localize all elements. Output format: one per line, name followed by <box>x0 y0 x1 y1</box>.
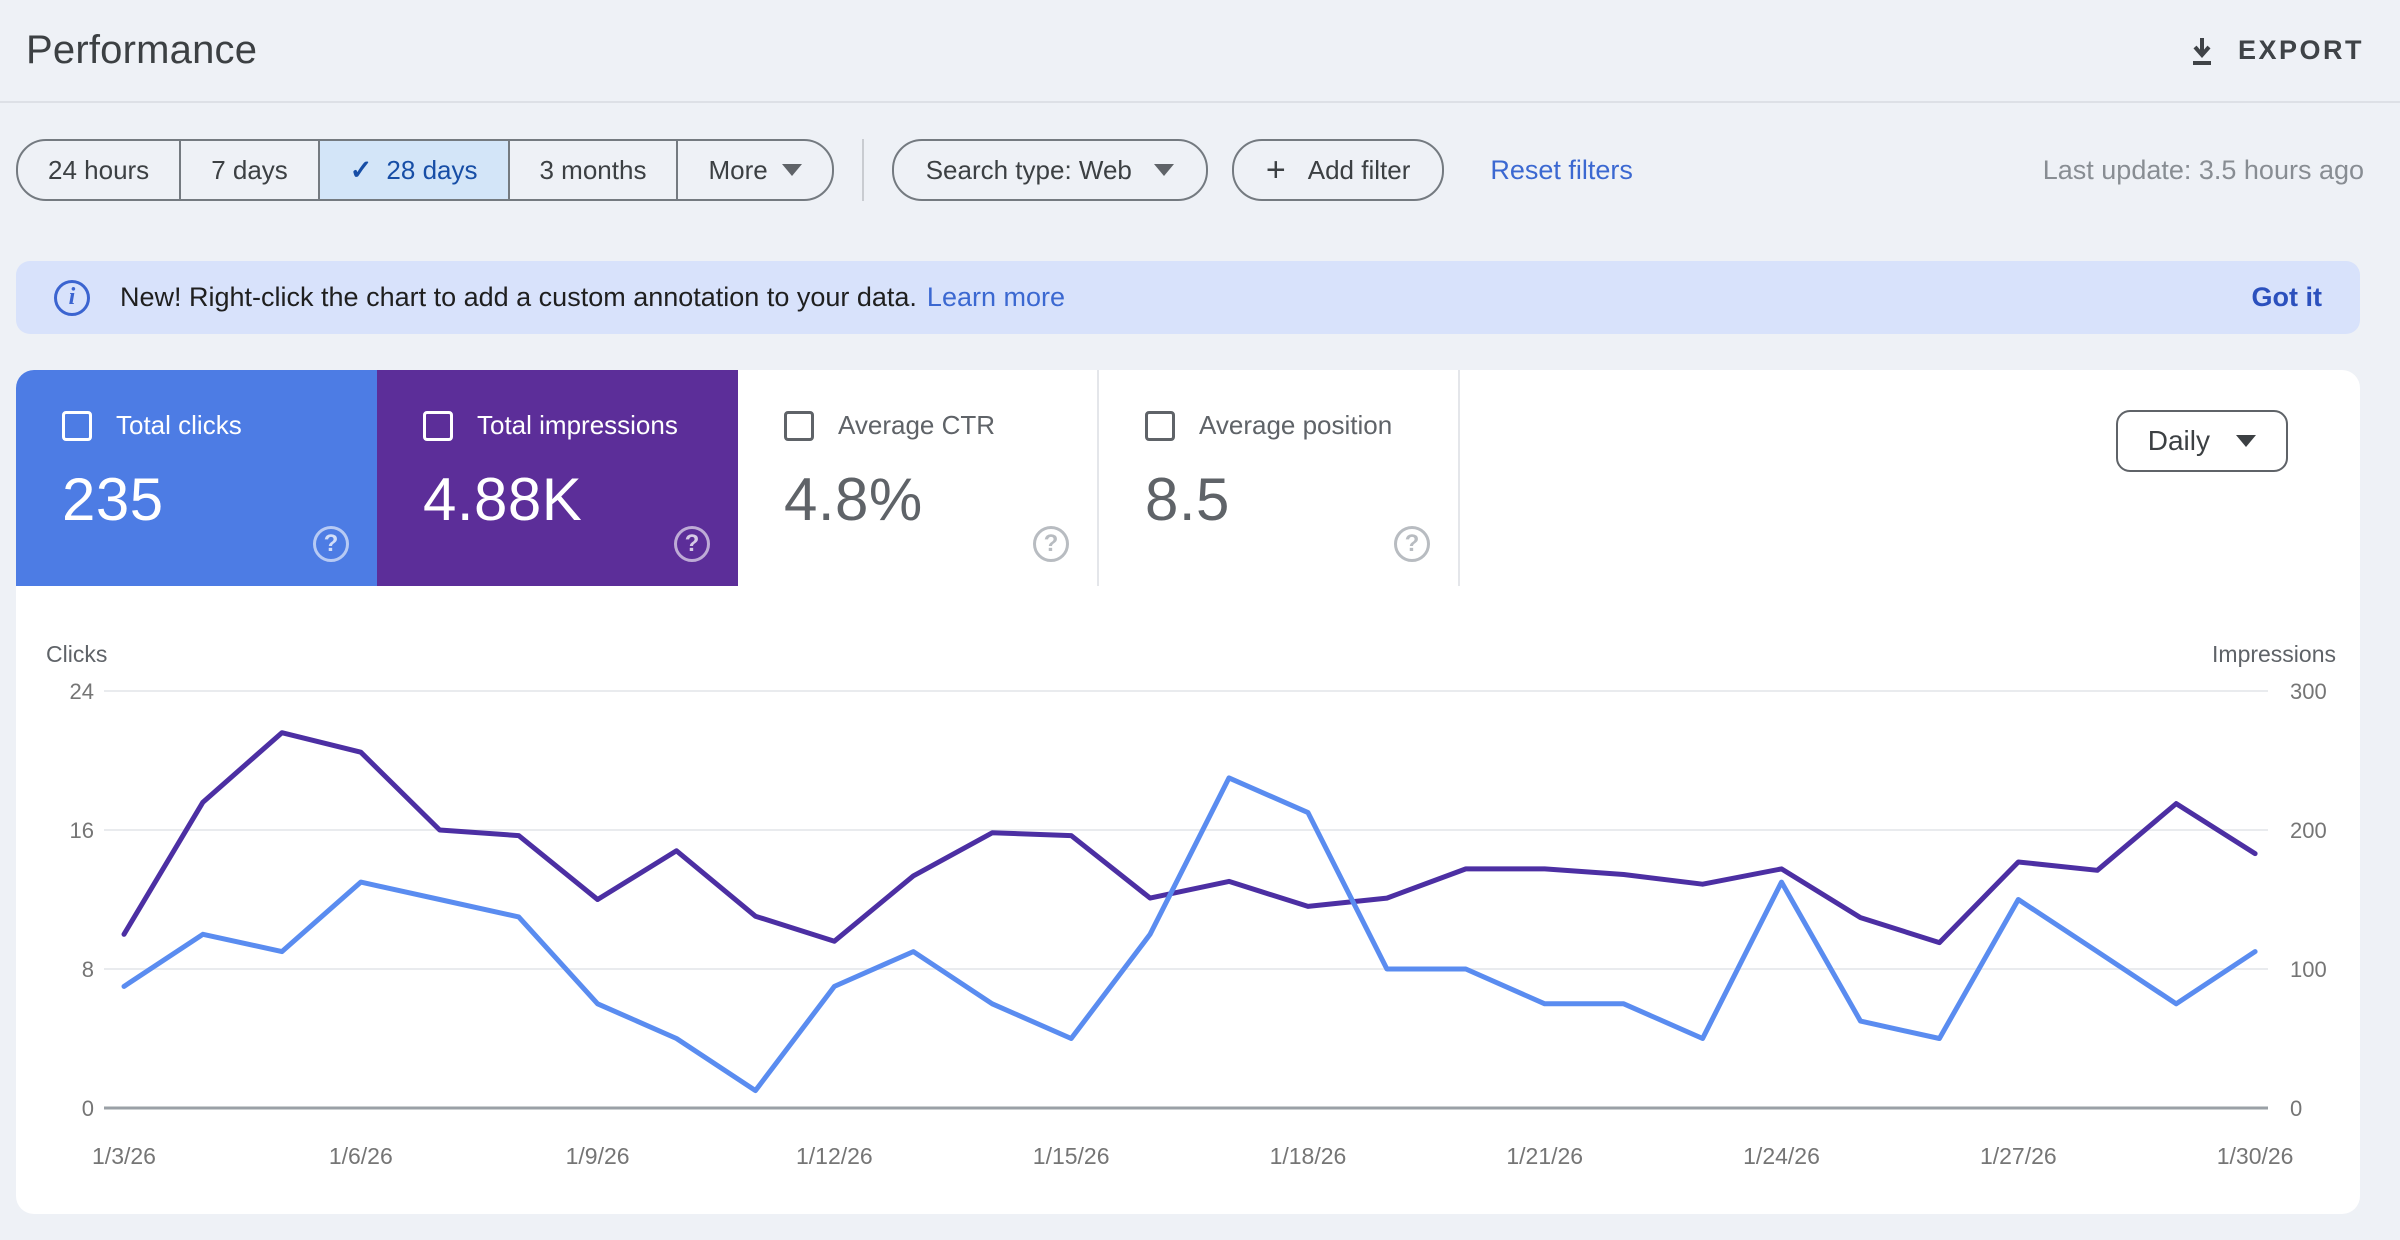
x-axis-label: 1/15/26 <box>1033 1143 1110 1169</box>
date-range-group: ✓ 24 hours ✓ 7 days ✓ 28 days ✓ 3 months… <box>16 139 834 201</box>
checkbox-icon[interactable] <box>1145 410 1175 441</box>
range-chip-3-months[interactable]: ✓ 3 months <box>510 141 679 199</box>
left-axis-tick: 16 <box>70 818 94 843</box>
x-axis-label: 1/24/26 <box>1743 1143 1820 1169</box>
granularity-dropdown[interactable]: Daily <box>2115 410 2288 472</box>
x-axis-label: 1/18/26 <box>1270 1143 1347 1169</box>
series-line-clicks <box>121 775 2258 1094</box>
reset-filters-link[interactable]: Reset filters <box>1490 155 1633 186</box>
help-icon[interactable]: ? <box>1033 526 1069 562</box>
chevron-down-icon <box>2236 435 2256 447</box>
left-axis-title: Clicks <box>46 641 107 667</box>
metric-label: Total impressions <box>477 410 678 440</box>
x-axis-label: 1/30/26 <box>2217 1143 2294 1169</box>
metric-card-average-position[interactable]: Average position 8.5 ? <box>1099 370 1460 586</box>
metric-label: Average position <box>1199 410 1393 440</box>
metric-label: Total clicks <box>116 410 242 440</box>
last-update-text: Last update: 3.5 hours ago <box>2042 154 2364 185</box>
range-chip-label: 3 months <box>539 154 647 185</box>
download-icon <box>2186 35 2218 67</box>
right-axis-title: Impressions <box>2212 641 2336 667</box>
help-icon[interactable]: ? <box>313 526 349 562</box>
left-axis-tick: 24 <box>70 679 94 704</box>
annotation-banner: i New! Right-click the chart to add a cu… <box>16 261 2360 334</box>
metric-value: 235 <box>62 466 164 533</box>
x-axis-label: 1/3/26 <box>92 1143 156 1169</box>
performance-panel: Total clicks 235 ? Total impressions 4.8… <box>16 370 2360 1214</box>
metric-card-total-impressions[interactable]: Total impressions 4.88K ? <box>377 370 738 586</box>
metric-cards-row: Total clicks 235 ? Total impressions 4.8… <box>16 370 2360 586</box>
performance-chart[interactable]: 0 8 16 24 0 100 200 300 Clicks Impressions 1/3/26 1… <box>16 640 2360 1200</box>
x-axis-label: 1/21/26 <box>1506 1143 1583 1169</box>
help-icon[interactable]: ? <box>674 526 710 562</box>
checkbox-icon[interactable] <box>784 410 814 441</box>
right-axis-tick: 300 <box>2290 679 2327 704</box>
chevron-down-icon <box>781 164 802 176</box>
right-axis-tick: 100 <box>2290 957 2327 982</box>
checkbox-icon[interactable] <box>423 410 453 441</box>
range-chip-label: More <box>708 154 768 185</box>
series-line-impressions <box>121 730 2258 946</box>
range-chip-label: 28 days <box>386 154 478 185</box>
metric-label: Average CTR <box>838 410 996 440</box>
range-chip-label: 7 days <box>211 154 288 185</box>
learn-more-link[interactable]: Learn more <box>927 282 1065 313</box>
page-title: Performance <box>26 28 258 72</box>
info-icon: i <box>54 279 90 316</box>
add-filter-label: Add filter <box>1307 154 1411 185</box>
export-label: EXPORT <box>2237 35 2364 65</box>
left-axis-tick: 8 <box>82 957 94 982</box>
filter-bar: ✓ 24 hours ✓ 7 days ✓ 28 days ✓ 3 months… <box>16 139 2364 201</box>
metric-card-average-ctr[interactable]: Average CTR 4.8% ? <box>738 370 1099 586</box>
granularity-label: Daily <box>2147 425 2210 456</box>
x-axis-label: 1/6/26 <box>329 1143 393 1169</box>
filter-divider <box>861 139 864 201</box>
plus-icon: + <box>1265 151 1286 189</box>
add-filter-button[interactable]: + Add filter <box>1231 139 1445 201</box>
x-axis-label: 1/27/26 <box>1980 1143 2057 1169</box>
metric-value: 4.8% <box>784 466 923 533</box>
search-type-dropdown[interactable]: Search type: Web <box>891 139 1208 201</box>
range-chip-more[interactable]: More <box>678 141 831 199</box>
export-button[interactable]: EXPORT <box>2186 35 2364 67</box>
got-it-button[interactable]: Got it <box>2252 282 2322 313</box>
x-axis-label: 1/9/26 <box>566 1143 630 1169</box>
metric-value: 4.88K <box>423 466 583 533</box>
right-axis-tick: 0 <box>2290 1096 2302 1121</box>
metric-value: 8.5 <box>1145 466 1230 533</box>
right-axis-tick: 200 <box>2290 818 2327 843</box>
check-icon: ✓ <box>349 154 373 185</box>
x-axis-label: 1/12/26 <box>796 1143 873 1169</box>
page-header: Performance EXPORT <box>0 0 2400 103</box>
metric-card-total-clicks[interactable]: Total clicks 235 ? <box>16 370 377 586</box>
checkbox-icon[interactable] <box>62 410 92 441</box>
search-type-label: Search type: Web <box>925 154 1132 185</box>
range-chip-7-days[interactable]: ✓ 7 days <box>181 141 320 199</box>
range-chip-24-hours[interactable]: ✓ 24 hours <box>18 141 182 199</box>
help-icon[interactable]: ? <box>1394 526 1430 562</box>
left-axis-tick: 0 <box>82 1096 94 1121</box>
range-chip-28-days[interactable]: ✓ 28 days <box>319 141 510 199</box>
banner-text: New! Right-click the chart to add a cust… <box>120 282 917 312</box>
range-chip-label: 24 hours <box>48 154 150 185</box>
chevron-down-icon <box>1153 164 1174 176</box>
